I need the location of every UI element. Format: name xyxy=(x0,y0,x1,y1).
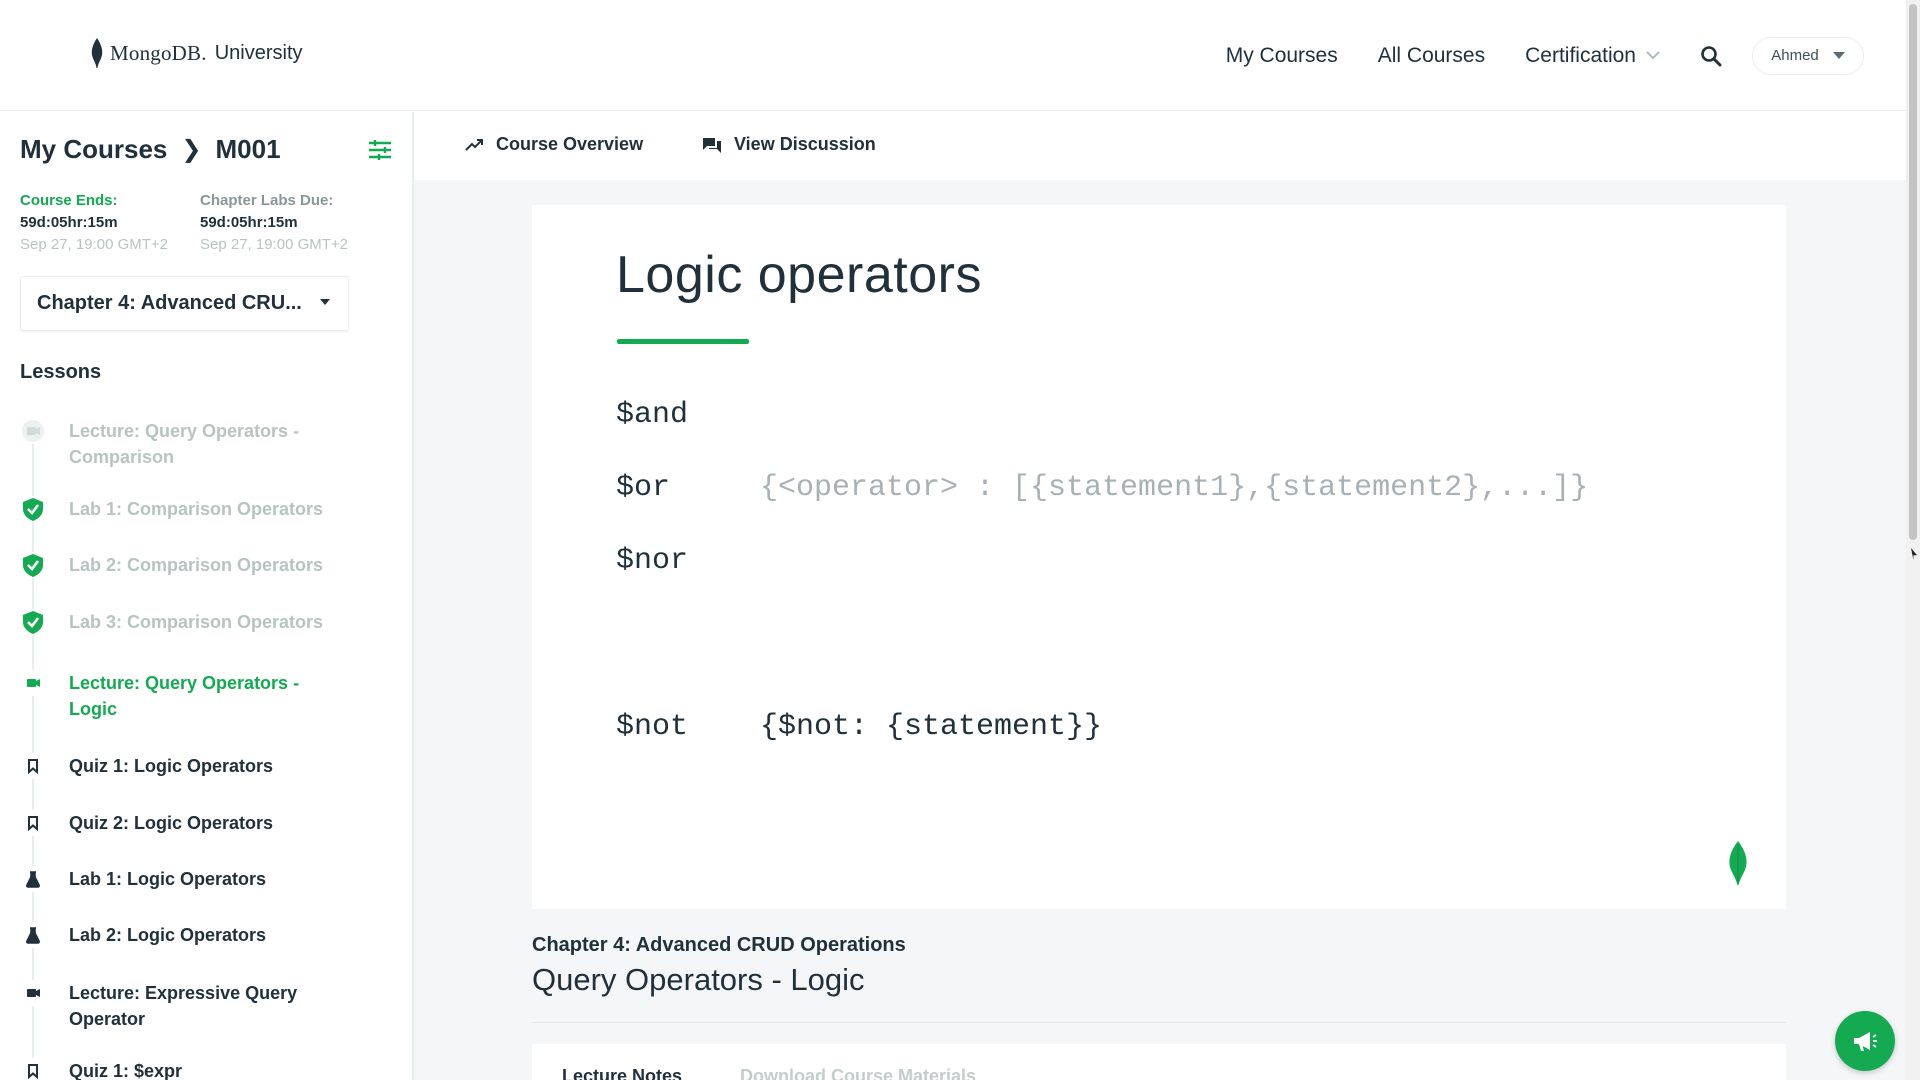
lesson-item[interactable]: Lecture: Query Operators - Logic xyxy=(20,670,340,722)
sidebar-collapse-icon[interactable] xyxy=(368,140,392,160)
brand-name: MongoDB. xyxy=(110,40,207,65)
shield-check-icon xyxy=(20,609,46,635)
tab-course-overview[interactable]: Course Overview xyxy=(464,134,643,155)
shield-check-icon xyxy=(20,552,46,578)
bookmark-icon xyxy=(20,1058,46,1080)
divider xyxy=(532,1022,1786,1023)
lesson-item-label: Lecture: Expressive Query Operator xyxy=(69,983,298,1029)
lesson-item-label: Lecture: Query Operators - Comparison xyxy=(69,421,300,467)
lesson-item-label: Lab 1: Comparison Operators xyxy=(69,499,324,519)
lesson-item-label: Quiz 2: Logic Operators xyxy=(69,813,274,833)
flask-icon xyxy=(20,922,46,948)
course-sidebar: My Courses ❯ M001 Course Ends: 59d:05hr:… xyxy=(0,112,414,1080)
brand-sub: University xyxy=(214,41,303,64)
lesson-item-label: Quiz 1: $expr xyxy=(69,1061,183,1080)
breadcrumb: My Courses ❯ M001 xyxy=(20,134,281,165)
chapter-select-value: Chapter 4: Advanced CRU... xyxy=(37,292,302,314)
caret-down-icon xyxy=(1832,52,1845,59)
labs-due-block: Chapter Labs Due: 59d:05hr:15m Sep 27, 1… xyxy=(200,190,348,256)
bookmark-icon xyxy=(20,810,46,836)
caret-down-icon xyxy=(320,299,330,305)
chevron-down-icon xyxy=(1646,51,1660,60)
lesson-item-label: Lab 2: Comparison Operators xyxy=(69,555,324,575)
lesson-item-label: Lecture: Query Operators - Logic xyxy=(69,673,300,719)
tab-view-discussion[interactable]: View Discussion xyxy=(702,134,876,155)
lesson-item-label: Lab 3: Comparison Operators xyxy=(69,612,324,632)
search-icon[interactable] xyxy=(1700,45,1722,67)
slide-title-underline xyxy=(617,339,749,344)
lesson-item[interactable]: Quiz 1: Logic Operators xyxy=(20,753,340,779)
tab-view-discussion-label: View Discussion xyxy=(734,134,876,154)
main-nav: My Courses All Courses Certification Ahm… xyxy=(1226,0,1906,111)
slide-not-syntax: {$not: {statement}} xyxy=(760,710,1103,744)
video-icon xyxy=(20,670,46,696)
lesson-item[interactable]: Quiz 1: $expr xyxy=(20,1058,340,1080)
labs-due-countdown: 59d:05hr:15m xyxy=(200,214,298,231)
feedback-button[interactable] xyxy=(1835,1011,1895,1071)
chapter-select[interactable]: Chapter 4: Advanced CRU... xyxy=(20,276,349,331)
nav-certification[interactable]: Certification xyxy=(1525,44,1660,68)
slide-or-syntax: {<operator> : [{statement1},{statement2}… xyxy=(760,471,1589,505)
breadcrumb-my-courses[interactable]: My Courses xyxy=(20,134,167,165)
trending-up-icon xyxy=(465,138,483,151)
tab-download-materials[interactable]: Download Course Materials xyxy=(740,1066,976,1080)
course-ends-block: Course Ends: 59d:05hr:15m Sep 27, 19:00 … xyxy=(20,190,168,256)
lesson-item[interactable]: Quiz 2: Logic Operators xyxy=(20,810,340,836)
lesson-item[interactable]: Lab 1: Comparison Operators xyxy=(20,496,340,522)
bookmark-icon xyxy=(20,753,46,779)
labs-due-label: Chapter Labs Due: xyxy=(200,192,334,209)
nav-certification-label: Certification xyxy=(1525,43,1636,67)
slide-and: $and xyxy=(616,398,689,432)
breadcrumb-course: M001 xyxy=(215,134,281,164)
user-menu-button[interactable]: Ahmed xyxy=(1752,36,1864,75)
chapter-caption: Chapter 4: Advanced CRUD Operations xyxy=(532,934,906,956)
lesson-tabbar: Course Overview View Discussion xyxy=(414,112,1906,180)
lecture-video-player[interactable]: Logic operators $and $or {<operator> : [… xyxy=(532,205,1786,909)
flask-icon xyxy=(20,866,46,892)
slide-not: $not xyxy=(616,710,689,744)
scrollbar-thumb[interactable] xyxy=(1909,4,1917,540)
lesson-item[interactable]: Lab 1: Logic Operators xyxy=(20,866,340,892)
nav-all-courses[interactable]: All Courses xyxy=(1378,44,1485,68)
user-name: Ahmed xyxy=(1771,47,1819,64)
slide-nor: $nor xyxy=(616,544,689,578)
lesson-item[interactable]: Lab 2: Logic Operators xyxy=(20,922,340,948)
video-icon xyxy=(20,980,46,1006)
lesson-main: Course Overview View Discussion Logic op… xyxy=(414,112,1906,1080)
lesson-item[interactable]: Lab 2: Comparison Operators xyxy=(20,552,340,578)
lesson-item-label: Lab 1: Logic Operators xyxy=(69,869,267,889)
slide-title: Logic operators xyxy=(616,246,982,304)
lessons-heading: Lessons xyxy=(20,361,102,383)
lesson-item-label: Lab 2: Logic Operators xyxy=(69,925,267,945)
nav-my-courses[interactable]: My Courses xyxy=(1226,44,1338,68)
lecture-notes-card xyxy=(532,1044,1786,1080)
course-ends-date: Sep 27, 19:00 GMT+2 xyxy=(20,236,169,253)
lesson-item-label: Quiz 1: Logic Operators xyxy=(69,756,274,776)
breadcrumb-separator: ❯ xyxy=(181,136,202,163)
labs-due-date: Sep 27, 19:00 GMT+2 xyxy=(200,236,349,253)
tab-course-overview-label: Course Overview xyxy=(496,134,644,154)
lesson-item[interactable]: Lecture: Query Operators - Comparison xyxy=(20,418,340,470)
mongodb-leaf-icon xyxy=(1729,841,1747,885)
megaphone-icon xyxy=(1854,1032,1877,1051)
chat-icon xyxy=(703,137,721,153)
page-scrollbar[interactable] xyxy=(1906,0,1920,1080)
shield-check-icon xyxy=(20,496,46,522)
mongodb-university-logo[interactable]: MongoDB. University xyxy=(90,38,303,68)
video-icon xyxy=(20,418,46,444)
mouse-cursor xyxy=(1911,548,1917,560)
top-navigation-bar: MongoDB. University My Courses All Cours… xyxy=(0,0,1906,111)
course-ends-label: Course Ends: xyxy=(20,192,118,209)
lesson-heading: Query Operators - Logic xyxy=(532,962,865,997)
tab-lecture-notes[interactable]: Lecture Notes xyxy=(562,1066,682,1080)
course-ends-countdown: 59d:05hr:15m xyxy=(20,214,118,231)
lesson-item[interactable]: Lecture: Expressive Query Operator xyxy=(20,980,340,1032)
slide-or: $or xyxy=(616,471,671,505)
mongodb-leaf-icon xyxy=(91,38,103,68)
lesson-item[interactable]: Lab 3: Comparison Operators xyxy=(20,609,340,635)
